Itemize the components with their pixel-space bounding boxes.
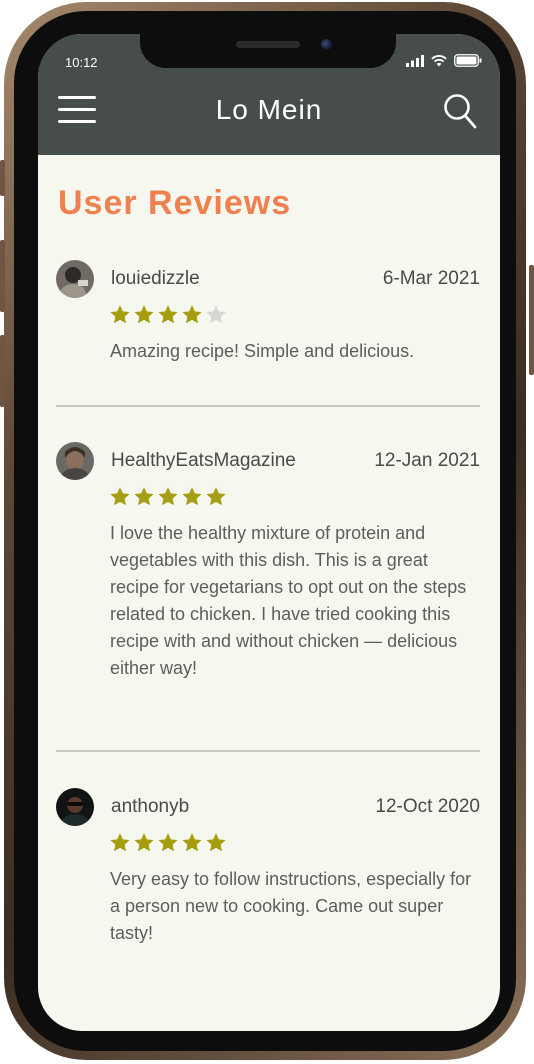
speaker-grille <box>236 41 300 48</box>
mute-switch <box>0 160 5 196</box>
star-filled-icon <box>110 487 130 506</box>
search-icon[interactable] <box>442 92 478 130</box>
signal-icon <box>406 54 424 67</box>
review-username[interactable]: HealthyEatsMagazine <box>111 450 296 472</box>
star-filled-icon <box>206 833 226 852</box>
review-text: Very easy to follow instructions, especi… <box>110 869 472 943</box>
review-username[interactable]: louiedizzle <box>111 268 200 290</box>
status-time: 10:12 <box>65 55 98 70</box>
star-filled-icon <box>182 487 202 506</box>
star-filled-icon <box>134 833 154 852</box>
volume-down-button <box>0 335 5 407</box>
star-filled-icon <box>182 833 202 852</box>
power-button <box>529 265 534 375</box>
battery-icon <box>454 54 482 67</box>
wifi-icon <box>431 54 447 66</box>
star-rating <box>109 486 227 507</box>
reviews-heading: User Reviews <box>58 184 292 222</box>
star-filled-icon <box>158 487 178 506</box>
star-filled-icon <box>206 487 226 506</box>
star-filled-icon <box>158 305 178 324</box>
star-filled-icon <box>182 305 202 324</box>
star-filled-icon <box>158 833 178 852</box>
volume-up-button <box>0 240 5 312</box>
review-date: 12-Oct 2020 <box>375 796 480 817</box>
status-icons <box>406 54 482 67</box>
device-notch <box>140 34 396 68</box>
review-text: I love the healthy mixture of protein an… <box>110 523 467 678</box>
front-camera <box>321 39 332 50</box>
star-filled-icon <box>134 305 154 324</box>
user-avatar[interactable] <box>56 788 94 826</box>
review-date: 12-Jan 2021 <box>374 450 480 471</box>
review-date: 6-Mar 2021 <box>382 268 480 289</box>
review-username[interactable]: anthonyb <box>111 796 189 818</box>
review-divider <box>56 405 480 407</box>
user-avatar[interactable] <box>56 260 94 298</box>
star-rating <box>109 304 227 325</box>
star-filled-icon <box>110 833 130 852</box>
app-screen: 10:12 Lo Mein User Reviews louiedizzle 6… <box>38 34 500 1031</box>
star-filled-icon <box>110 305 130 324</box>
user-avatar[interactable] <box>56 442 94 480</box>
page-title: Lo Mein <box>215 94 323 125</box>
review-divider <box>56 750 480 752</box>
star-rating <box>109 832 227 853</box>
star-empty-icon <box>206 305 226 324</box>
review-text: Amazing recipe! Simple and delicious. <box>110 341 415 361</box>
star-filled-icon <box>134 487 154 506</box>
